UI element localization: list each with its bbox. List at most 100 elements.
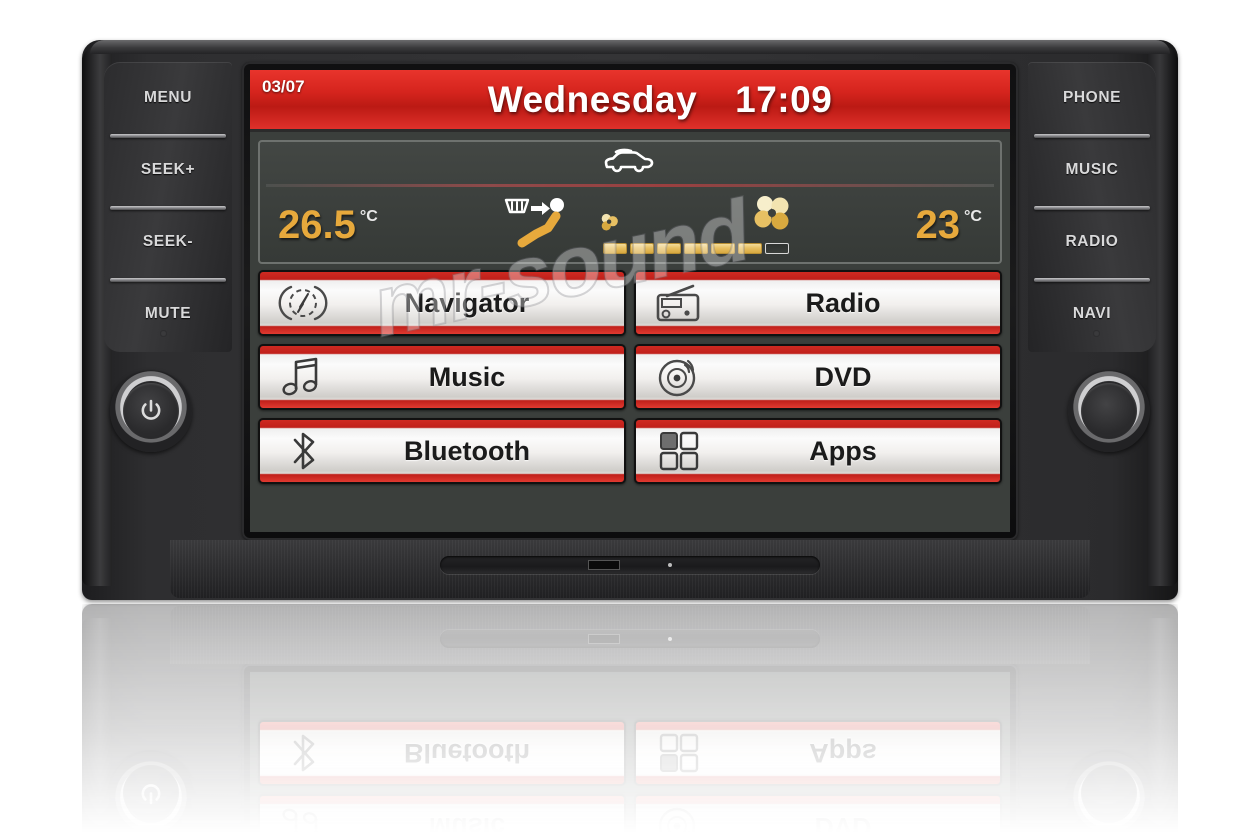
compass-icon: [260, 281, 346, 325]
tune-knob[interactable]: [1068, 370, 1150, 452]
disc-icon: [636, 804, 722, 834]
bluetooth-icon: [260, 730, 346, 776]
fan-segment: [629, 243, 654, 254]
app-button-grid: Navigator: [258, 270, 1002, 484]
app-button-apps-label: Apps: [809, 738, 877, 769]
hw-button-navi-label: NAVI: [1072, 305, 1112, 322]
app-button-radio-label: Radio: [805, 287, 881, 318]
hw-button-seek-down[interactable]: SEEK-: [104, 206, 232, 278]
hw-button-music-label: MUSIC: [1065, 161, 1119, 178]
passenger-temp-unit: °C: [964, 208, 982, 225]
front-faceplate: [170, 606, 1090, 664]
grid-apps-icon: [636, 429, 722, 473]
surface-reflection: MENU SEEK+ SEEK- MUTE PHONE MUSIC: [82, 604, 1178, 834]
left-button-column: MENU SEEK+ SEEK- MUTE: [104, 62, 232, 352]
disc-slot[interactable]: [440, 630, 820, 648]
fan-speed-bar[interactable]: [602, 243, 789, 254]
hw-button-mute[interactable]: MUTE: [104, 278, 232, 350]
app-button-music[interactable]: Music: [258, 794, 626, 834]
power-knob-face: [123, 383, 179, 439]
passenger-temp-value: 23: [915, 203, 961, 247]
app-button-navigator[interactable]: Navigator: [258, 270, 626, 336]
driver-temp-value: 26.5: [278, 203, 356, 247]
tune-knob-face: [1081, 383, 1137, 439]
slot-indicator-dot: [668, 637, 672, 641]
fan-speed-control[interactable]: [598, 196, 794, 254]
power-volume-knob[interactable]: [110, 752, 192, 834]
fan-icon-row: [598, 196, 794, 241]
app-button-dvd[interactable]: DVD: [634, 794, 1002, 834]
app-button-bluetooth[interactable]: Bluetooth: [258, 720, 626, 786]
slot-chip: [588, 560, 620, 570]
fan-high-icon: [752, 196, 794, 241]
hw-button-radio[interactable]: RADIO: [1028, 206, 1156, 278]
chassis-right-edge: [1148, 618, 1178, 834]
driver-temp-unit: °C: [359, 208, 378, 225]
hw-button-music[interactable]: MUSIC: [1028, 134, 1156, 206]
app-button-apps[interactable]: Apps: [634, 418, 1002, 484]
app-button-dvd[interactable]: DVD: [634, 344, 1002, 410]
hw-button-navi[interactable]: NAVI: [1028, 278, 1156, 350]
hw-button-phone[interactable]: PHONE: [1028, 62, 1156, 134]
led-indicator-left: [160, 330, 167, 337]
disc-icon: [636, 354, 722, 400]
defrost-and-face-airflow-icon[interactable]: [500, 194, 572, 257]
disc-slot[interactable]: [440, 556, 820, 574]
power-volume-knob[interactable]: [110, 370, 192, 452]
front-faceplate: [170, 540, 1090, 598]
fan-segment: [710, 243, 735, 254]
tune-knob[interactable]: [1068, 752, 1150, 834]
climate-panel[interactable]: 26.5 °C 23 °C: [258, 140, 1002, 264]
head-unit: MENU SEEK+ SEEK- MUTE PHONE MUSIC RADIO …: [82, 40, 1178, 600]
app-button-bluetooth-label: Bluetooth: [404, 435, 530, 466]
app-button-music-label: Music: [428, 812, 506, 835]
chassis-top-edge: [90, 40, 1170, 54]
driver-temperature[interactable]: 26.5 °C: [278, 205, 378, 245]
slot-chip: [588, 634, 620, 644]
radio-icon: [636, 282, 722, 324]
fan-segment: [683, 243, 708, 254]
app-button-dvd-label: DVD: [814, 361, 872, 392]
hw-button-seek-down-label: SEEK-: [142, 233, 194, 250]
hw-button-seek-up[interactable]: SEEK+: [104, 134, 232, 206]
hw-button-seek-up-label: SEEK+: [140, 161, 196, 178]
climate-divider: [266, 184, 994, 187]
app-button-music-label: Music: [428, 361, 506, 392]
screen-bezel: 03/07 Wednesday 17:09: [242, 664, 1018, 834]
music-note-icon: [260, 355, 346, 399]
app-button-bluetooth[interactable]: Bluetooth: [258, 418, 626, 484]
climate-controls-cluster: [500, 194, 794, 257]
date-label: 03/07: [262, 77, 305, 96]
screenshot-stage: MENU SEEK+ SEEK- MUTE PHONE MUSIC RADIO …: [0, 0, 1260, 840]
app-button-apps-label: Apps: [809, 435, 877, 466]
touchscreen[interactable]: 03/07 Wednesday 17:09: [250, 672, 1010, 834]
app-button-music[interactable]: Music: [258, 344, 626, 410]
app-button-navigator-label: Navigator: [404, 287, 530, 318]
power-icon: [141, 784, 161, 805]
weekday-label: Wednesday: [487, 78, 698, 120]
climate-top-row: [260, 142, 1000, 184]
power-knob-face: [123, 765, 179, 821]
car-recirculation-icon: [601, 148, 659, 179]
app-button-dvd-label: DVD: [814, 812, 872, 835]
app-button-grid: Navigator: [258, 720, 1002, 834]
fan-low-icon: [598, 212, 622, 241]
fan-segment: [737, 243, 762, 254]
music-note-icon: [260, 805, 346, 834]
app-button-apps[interactable]: Apps: [634, 720, 1002, 786]
right-button-column: PHONE MUSIC RADIO NAVI: [1028, 62, 1156, 352]
status-header: 03/07 Wednesday 17:09: [250, 70, 1010, 132]
hw-button-mute-label: MUTE: [144, 305, 192, 322]
passenger-temperature[interactable]: 23 °C: [916, 205, 982, 245]
chassis-left-edge: [82, 618, 112, 834]
hw-button-phone-label: PHONE: [1062, 89, 1122, 106]
unit-chassis: [82, 604, 1178, 834]
hw-button-radio-label: RADIO: [1065, 233, 1119, 250]
app-button-radio[interactable]: Radio: [634, 270, 1002, 336]
screen-bezel: 03/07 Wednesday 17:09: [242, 62, 1018, 540]
fan-segment-empty: [764, 243, 789, 254]
touchscreen[interactable]: 03/07 Wednesday 17:09: [250, 70, 1010, 532]
fan-segment: [602, 243, 627, 254]
hw-button-menu[interactable]: MENU: [104, 62, 232, 134]
power-icon: [141, 399, 161, 420]
